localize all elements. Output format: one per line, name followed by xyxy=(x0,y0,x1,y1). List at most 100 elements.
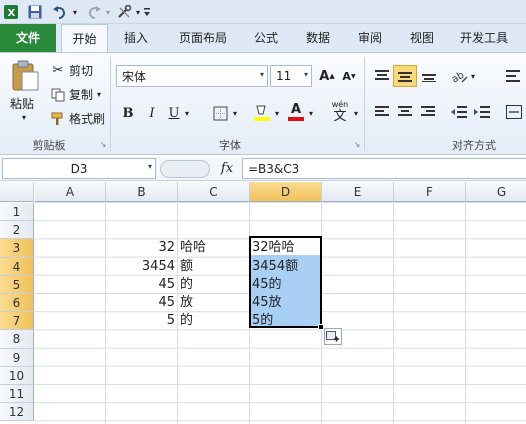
align-middle-icon[interactable] xyxy=(393,65,417,87)
decrease-indent-icon[interactable] xyxy=(448,101,470,123)
font-color-icon[interactable]: A xyxy=(286,101,306,123)
increase-indent-icon[interactable] xyxy=(471,101,493,123)
selection-border xyxy=(249,236,322,328)
format-painter-button[interactable]: 格式刷 xyxy=(50,110,105,127)
row-header-5[interactable]: 5 xyxy=(0,275,34,294)
ribbon: 粘贴 ▾ ✂ 剪切 复制 ▾ 格式刷 剪贴板 ↘ 宋体 ▾ 11 ▾ A ▲ A ▼… xyxy=(0,52,526,155)
cut-label: 剪切 xyxy=(69,64,94,78)
row-header-9[interactable]: 9 xyxy=(0,348,34,367)
tab-developer[interactable]: 开发工具 xyxy=(452,24,516,52)
tools-icon[interactable] xyxy=(116,3,134,21)
column-header-c[interactable]: C xyxy=(178,182,250,202)
underline-button[interactable]: U xyxy=(166,103,182,123)
undo-icon[interactable] xyxy=(50,3,70,21)
column-header-f[interactable]: F xyxy=(394,182,466,202)
align-bottom-icon[interactable] xyxy=(418,65,440,87)
font-launcher-icon[interactable]: ↘ xyxy=(352,139,362,149)
tab-review[interactable]: 审阅 xyxy=(348,24,392,52)
select-all-corner[interactable] xyxy=(0,182,34,202)
wrap-text-icon[interactable] xyxy=(503,65,525,87)
save-icon[interactable] xyxy=(27,3,43,21)
redo-icon[interactable] xyxy=(84,3,104,21)
cut-button[interactable]: ✂ 剪切 xyxy=(50,62,93,79)
row-header-8[interactable]: 8 xyxy=(0,330,34,349)
merge-center-icon[interactable] xyxy=(503,101,525,123)
row-header-1[interactable]: 1 xyxy=(0,203,34,222)
auto-fill-options-icon[interactable] xyxy=(324,328,342,345)
name-box[interactable]: D3 ▾ xyxy=(2,158,156,179)
copy-button[interactable]: 复制 ▾ xyxy=(50,86,101,103)
orientation-icon[interactable]: ab xyxy=(448,65,470,87)
column-header-e[interactable]: E xyxy=(322,182,394,202)
cell-c7[interactable]: 的 xyxy=(180,312,247,330)
customize-qat-icon[interactable] xyxy=(142,3,152,21)
cell-c4[interactable]: 额 xyxy=(180,258,247,276)
bold-button[interactable]: B xyxy=(120,103,136,123)
shrink-font-icon[interactable]: A ▼ xyxy=(341,67,357,85)
italic-button[interactable]: I xyxy=(144,103,160,123)
formula-bar-splitter[interactable] xyxy=(160,160,210,178)
paste-icon[interactable] xyxy=(8,59,42,93)
cell-b3[interactable]: 32 xyxy=(108,239,175,257)
row-header-2[interactable]: 2 xyxy=(0,221,34,240)
align-top-icon[interactable] xyxy=(371,65,393,87)
tab-home[interactable]: 开始 xyxy=(61,24,108,53)
align-right-icon[interactable] xyxy=(417,101,439,123)
clipboard-launcher-icon[interactable]: ↘ xyxy=(98,139,108,149)
svg-text:X: X xyxy=(8,8,16,19)
column-header-b[interactable]: B xyxy=(106,182,178,202)
align-left-icon[interactable] xyxy=(371,101,393,123)
undo-dropdown-icon[interactable]: ▾ xyxy=(71,3,79,21)
font-color-dropdown-icon[interactable]: ▾ xyxy=(307,105,315,121)
tab-formulas[interactable]: 公式 xyxy=(244,24,288,52)
column-header-a[interactable]: A xyxy=(35,182,106,202)
grow-font-glyph: A xyxy=(319,68,330,84)
align-center-icon[interactable] xyxy=(394,101,416,123)
cell-b5[interactable]: 45 xyxy=(108,276,175,294)
format-painter-icon xyxy=(50,112,66,126)
border-dropdown-icon[interactable]: ▾ xyxy=(231,105,239,121)
row-header-6[interactable]: 6 xyxy=(0,294,34,313)
column-header-d[interactable]: D xyxy=(250,182,322,202)
tab-file[interactable]: 文件 xyxy=(0,24,56,52)
font-name-select[interactable]: 宋体 ▾ xyxy=(116,65,268,87)
underline-dropdown-icon[interactable]: ▾ xyxy=(183,105,191,121)
cell-b6[interactable]: 45 xyxy=(108,294,175,312)
tab-view[interactable]: 视图 xyxy=(400,24,444,52)
paste-dropdown-icon[interactable]: ▾ xyxy=(22,113,26,122)
row-header-11[interactable]: 11 xyxy=(0,385,34,404)
row-header-7[interactable]: 7 xyxy=(0,312,34,331)
cell-c3[interactable]: 哈哈 xyxy=(180,239,247,257)
phonetic-guide-icon[interactable]: wén 文 xyxy=(326,99,354,125)
quick-access-toolbar: X ▾ ▾ ▾ xyxy=(0,0,526,24)
insert-function-icon[interactable]: fx xyxy=(216,159,238,179)
tab-data[interactable]: 数据 xyxy=(296,24,340,52)
fill-color-dropdown-icon[interactable]: ▾ xyxy=(273,105,281,121)
cell-b7[interactable]: 5 xyxy=(108,312,175,330)
phonetic-dropdown-icon[interactable]: ▾ xyxy=(352,105,360,121)
alignment-group-label: 对齐方式 xyxy=(452,139,496,152)
paste-button[interactable]: 粘贴 xyxy=(10,95,34,112)
font-size-select[interactable]: 11 ▾ xyxy=(270,65,312,87)
redo-dropdown-icon[interactable]: ▾ xyxy=(104,3,112,21)
tools-dropdown-icon[interactable]: ▾ xyxy=(134,3,142,21)
name-box-dropdown-icon: ▾ xyxy=(147,162,152,171)
column-header-g[interactable]: G xyxy=(466,182,526,202)
border-icon[interactable] xyxy=(210,103,230,123)
row-header-10[interactable]: 10 xyxy=(0,366,34,385)
font-name-value: 宋体 xyxy=(122,69,147,84)
cell-c6[interactable]: 放 xyxy=(180,294,247,312)
formula-input[interactable]: =B3&C3 xyxy=(242,158,526,179)
cell-b4[interactable]: 3454 xyxy=(108,258,175,276)
tab-page-layout[interactable]: 页面布局 xyxy=(172,24,234,52)
row-header-4[interactable]: 4 xyxy=(0,257,34,276)
paste-label: 粘贴 xyxy=(10,97,35,111)
row-header-12[interactable]: 12 xyxy=(0,403,34,422)
orientation-dropdown-icon[interactable]: ▾ xyxy=(469,69,477,83)
font-size-value: 11 xyxy=(276,69,292,83)
row-header-3[interactable]: 3 xyxy=(0,239,34,258)
fill-color-icon[interactable] xyxy=(252,101,272,123)
cell-c5[interactable]: 的 xyxy=(180,276,247,294)
tab-insert[interactable]: 插入 xyxy=(114,24,158,52)
grow-font-icon[interactable]: A ▲ xyxy=(318,67,336,85)
